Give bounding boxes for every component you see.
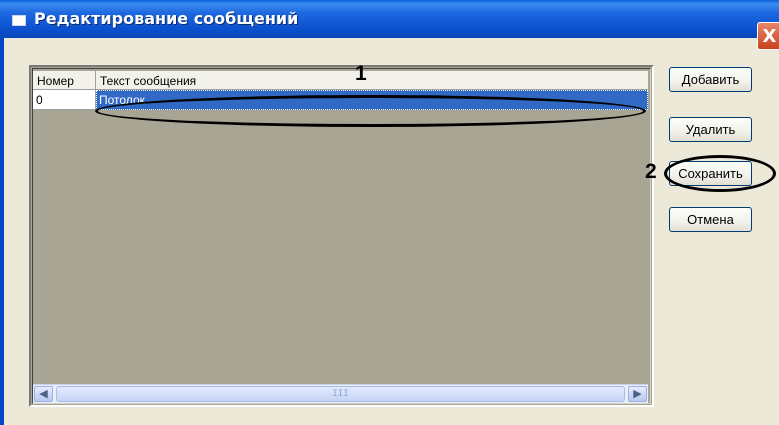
messages-grid[interactable]: Номер Текст сообщения 0 Потолок ◀ III ▶ bbox=[29, 65, 654, 407]
window-title: Редактирование сообщений bbox=[34, 9, 299, 28]
annotation-label-1: 1 bbox=[355, 62, 367, 85]
annotation-label-2: 2 bbox=[645, 160, 657, 183]
table-row[interactable]: 0 Потолок bbox=[33, 90, 648, 110]
grid-header: Номер Текст сообщения bbox=[33, 71, 648, 90]
scroll-right-button[interactable]: ▶ bbox=[628, 386, 647, 402]
cell-message-text[interactable]: Потолок bbox=[96, 90, 648, 110]
scroll-thumb[interactable]: III bbox=[56, 386, 625, 402]
window-frame-left bbox=[0, 38, 4, 425]
add-button[interactable]: Добавить bbox=[669, 67, 752, 92]
scroll-left-button[interactable]: ◀ bbox=[34, 386, 53, 402]
column-header-number[interactable]: Номер bbox=[33, 71, 96, 90]
scroll-right-arrow-icon: ▶ bbox=[633, 387, 642, 400]
close-button[interactable]: X bbox=[757, 22, 779, 50]
scroll-thumb-grip: III bbox=[332, 389, 349, 399]
horizontal-scrollbar[interactable]: ◀ III ▶ bbox=[33, 384, 648, 403]
column-header-text[interactable]: Текст сообщения bbox=[96, 71, 648, 90]
scroll-left-arrow-icon: ◀ bbox=[39, 387, 48, 400]
grid-inner-border bbox=[32, 68, 651, 404]
cell-number[interactable]: 0 bbox=[33, 90, 96, 110]
delete-button[interactable]: Удалить bbox=[669, 117, 752, 142]
focus-rectangle bbox=[96, 90, 648, 110]
window-app-icon bbox=[12, 15, 26, 26]
dialog-window: Редактирование сообщений X Номер Текст с… bbox=[0, 0, 779, 425]
cancel-button[interactable]: Отмена bbox=[669, 207, 752, 232]
save-button[interactable]: Сохранить bbox=[669, 161, 752, 186]
close-icon: X bbox=[762, 25, 777, 47]
title-bar[interactable]: Редактирование сообщений bbox=[0, 0, 779, 38]
